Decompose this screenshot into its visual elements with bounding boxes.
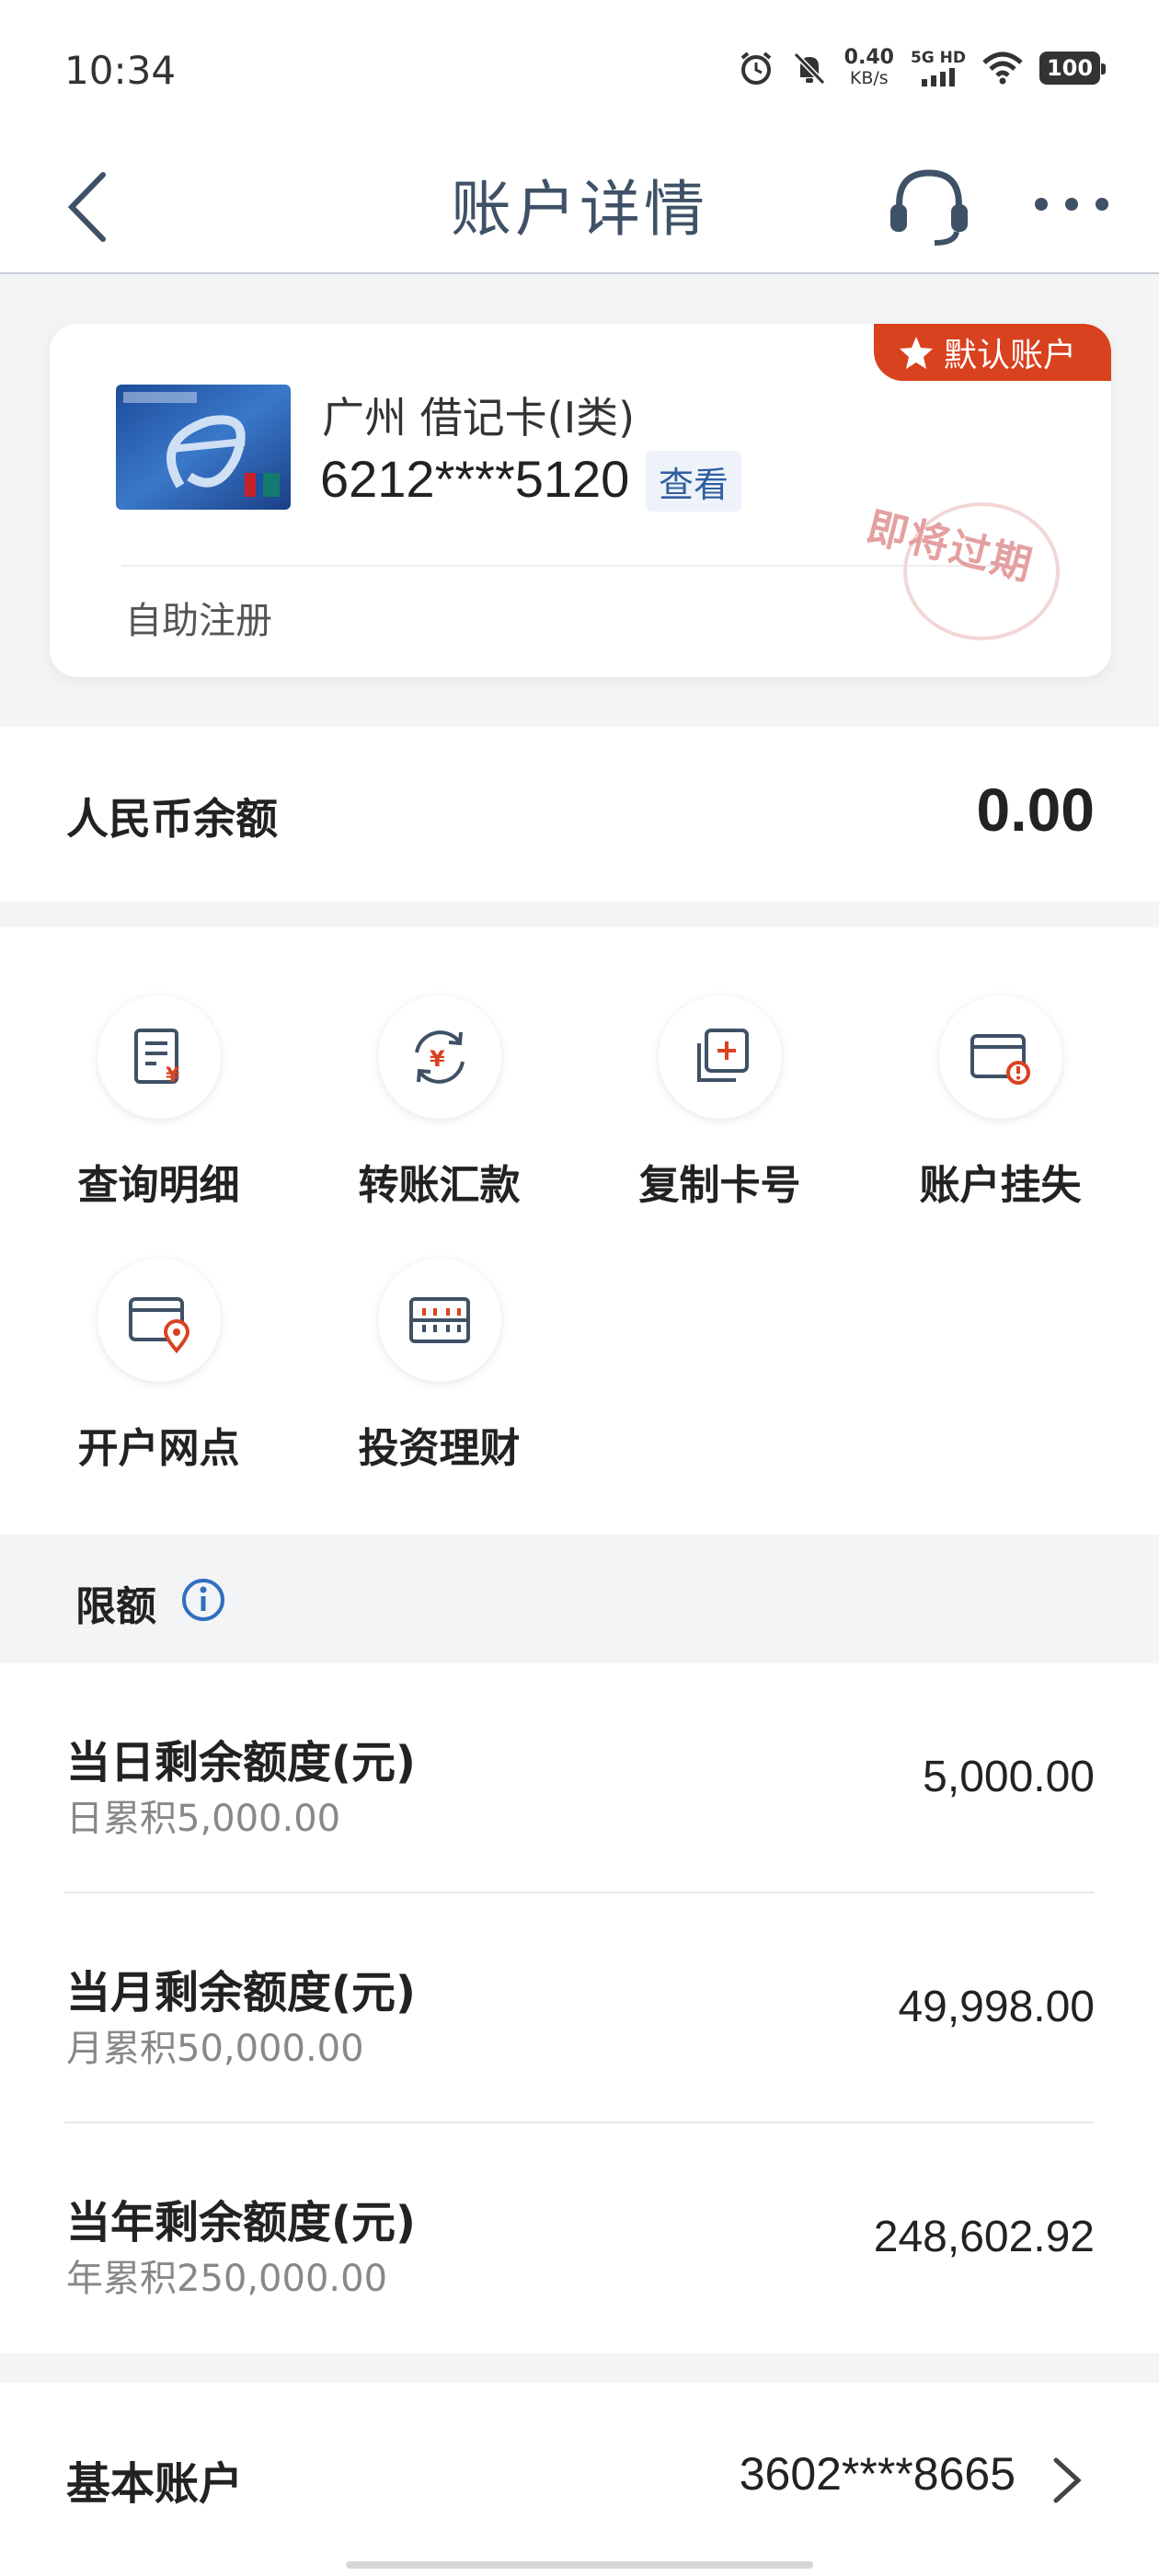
- svg-text:¥: ¥: [430, 1046, 445, 1072]
- action-label: 账户挂失: [919, 1162, 1082, 1209]
- limit-title: 当月剩余额度(元): [66, 1967, 416, 2018]
- headset-icon[interactable]: [883, 158, 975, 250]
- limit-value: 49,998.00: [898, 1983, 1095, 2031]
- balance-row: 人民币余额 0.00: [0, 727, 1159, 902]
- action-investment[interactable]: 投资理财: [299, 1190, 580, 1472]
- limits-title: 限额: [75, 1583, 156, 1630]
- signal-bars-icon: [921, 68, 955, 86]
- battery-indicator: 100: [1039, 52, 1106, 85]
- quick-actions: ¥ 查询明细 ¥ 转账汇款 复制卡号 账户挂失 开户网点 投资理财: [0, 927, 1159, 1535]
- action-label: 复制卡号: [638, 1162, 801, 1209]
- basic-account-row[interactable]: 基本账户 3602****8665: [0, 2383, 1159, 2576]
- default-account-badge: 默认账户: [873, 324, 1111, 381]
- balance-label: 人民币余额: [66, 794, 278, 844]
- bank-card-image: [116, 385, 291, 510]
- card-alert-icon: [939, 995, 1062, 1119]
- copy-icon: [659, 995, 782, 1119]
- default-badge-label: 默认账户: [943, 337, 1076, 374]
- signal-label: 5G HD: [910, 49, 966, 67]
- info-icon[interactable]: [180, 1577, 226, 1623]
- action-report-loss[interactable]: 账户挂失: [860, 927, 1141, 1209]
- action-branch-locator[interactable]: 开户网点: [18, 1190, 299, 1472]
- card-divider: [121, 565, 1023, 567]
- action-label: 开户网点: [77, 1425, 240, 1472]
- limit-title: 当年剩余额度(元): [66, 2197, 416, 2248]
- card-name: 广州 借记卡(Ⅰ类): [322, 393, 636, 443]
- status-icons: 0.40 KB/s 5G HD 100: [738, 46, 1106, 89]
- status-bar: 10:34 0.40 KB/s 5G HD 100: [0, 0, 1159, 138]
- limit-item-monthly: 当月剩余额度(元) 月累积50,000.00 49,998.00: [64, 1893, 1095, 2123]
- view-card-number-button[interactable]: 查看: [646, 451, 742, 512]
- star-icon: [899, 337, 933, 369]
- basic-account-number: 3602****8665: [739, 2448, 1016, 2500]
- branch-location-icon: [98, 1259, 221, 1382]
- limit-subtitle: 年累积250,000.00: [66, 2258, 388, 2300]
- home-indicator: [346, 2561, 813, 2569]
- limit-value: 5,000.00: [923, 1753, 1095, 1801]
- basic-account-label: 基本账户: [66, 2458, 244, 2510]
- nav-bar: 账户详情: [0, 138, 1159, 274]
- mute-bell-icon: [793, 52, 825, 86]
- limit-item-yearly: 当年剩余额度(元) 年累积250,000.00 248,602.92: [64, 2123, 1095, 2353]
- signal-indicator: 5G HD: [911, 50, 966, 86]
- account-card[interactable]: 默认账户 广州 借记卡(Ⅰ类) 6212****5120 查看 自助注册 即将过…: [50, 324, 1111, 677]
- action-transfer[interactable]: ¥ 转账汇款: [299, 927, 580, 1209]
- page-title: 账户详情: [451, 174, 708, 245]
- svg-text:¥: ¥: [166, 1064, 180, 1087]
- chevron-right-icon: [1053, 2457, 1082, 2503]
- transfer-icon: ¥: [378, 995, 501, 1119]
- net-speed-unit: KB/s: [849, 68, 889, 88]
- more-dots-icon[interactable]: [1030, 186, 1113, 223]
- card-number: 6212****5120: [320, 450, 630, 508]
- limit-subtitle: 日累积5,000.00: [66, 1798, 341, 1840]
- action-copy-card-number[interactable]: 复制卡号: [580, 927, 860, 1209]
- net-speed-value: 0.40: [843, 46, 894, 69]
- wifi-icon: [982, 52, 1023, 85]
- action-label: 投资理财: [358, 1425, 521, 1472]
- action-query-details[interactable]: ¥ 查询明细: [18, 927, 299, 1209]
- limits-list: 当日剩余额度(元) 日累积5,000.00 5,000.00 当月剩余额度(元)…: [0, 1663, 1159, 2353]
- limit-value: 248,602.92: [873, 2213, 1095, 2261]
- balance-value: 0.00: [976, 776, 1095, 844]
- limit-subtitle: 月累积50,000.00: [66, 2028, 364, 2070]
- investment-icon: [378, 1259, 501, 1382]
- net-speed: 0.40 KB/s: [843, 46, 894, 89]
- alarm-icon: [740, 52, 771, 85]
- self-register-link[interactable]: 自助注册: [125, 591, 272, 644]
- limits-header: 限额: [0, 1535, 1159, 1663]
- limit-item-daily: 当日剩余额度(元) 日累积5,000.00 5,000.00: [64, 1663, 1095, 1893]
- limit-title: 当日剩余额度(元): [66, 1737, 416, 1788]
- statement-icon: ¥: [98, 995, 221, 1119]
- status-time: 10:34: [64, 48, 177, 93]
